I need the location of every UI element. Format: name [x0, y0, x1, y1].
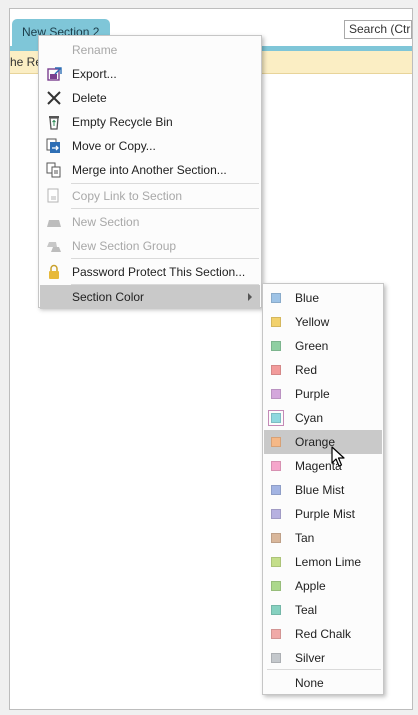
section-color-submenu: Blue Yellow Green Red Purple Cyan Orange…	[262, 283, 384, 695]
color-swatch-icon	[271, 581, 281, 591]
menu-item-label: Delete	[72, 91, 107, 105]
delete-x-icon	[46, 90, 62, 106]
menu-separator	[267, 669, 381, 670]
menu-item-label: Section Color	[72, 290, 145, 304]
color-item-tan[interactable]: Tan	[264, 526, 382, 550]
menu-item-label: Empty Recycle Bin	[72, 115, 173, 129]
menu-item-label: Copy Link to Section	[72, 189, 183, 203]
color-item-label: Cyan	[295, 411, 324, 425]
color-item-label: Blue	[295, 291, 320, 305]
color-item-label: Orange	[295, 435, 336, 449]
color-swatch-icon	[271, 365, 281, 375]
color-swatch-icon	[271, 413, 281, 423]
menu-separator	[71, 258, 259, 259]
color-item-blue-mist[interactable]: Blue Mist	[264, 478, 382, 502]
color-item-magenta[interactable]: Magenta	[264, 454, 382, 478]
recycle-bin-icon	[46, 114, 62, 130]
color-item-cyan[interactable]: Cyan	[264, 406, 382, 430]
color-item-label: None	[295, 676, 324, 690]
color-item-label: Yellow	[295, 315, 330, 329]
color-item-label: Tan	[295, 531, 315, 545]
menu-item-label: Password Protect This Section...	[72, 265, 246, 279]
color-item-label: Blue Mist	[295, 483, 345, 497]
color-swatch-icon	[271, 461, 281, 471]
menu-item-label: Merge into Another Section...	[72, 163, 227, 177]
color-item-purple[interactable]: Purple	[264, 382, 382, 406]
color-item-lemon-lime[interactable]: Lemon Lime	[264, 550, 382, 574]
color-swatch-icon	[271, 437, 281, 447]
color-item-green[interactable]: Green	[264, 334, 382, 358]
color-swatch-icon	[271, 341, 281, 351]
color-item-apple[interactable]: Apple	[264, 574, 382, 598]
color-item-label: Red Chalk	[295, 627, 352, 641]
color-item-orange[interactable]: Orange	[264, 430, 382, 454]
menu-item-rename: Rename	[40, 38, 260, 62]
copy-link-icon	[46, 188, 62, 204]
color-item-none[interactable]: None	[264, 671, 382, 695]
new-section-group-icon	[46, 238, 62, 254]
color-item-label: Green	[295, 339, 329, 353]
search-input[interactable]: Search (Ctrl+	[344, 20, 412, 39]
color-item-label: Teal	[295, 603, 318, 617]
color-item-red-chalk[interactable]: Red Chalk	[264, 622, 382, 646]
export-icon	[46, 66, 62, 82]
color-swatch-icon	[271, 629, 281, 639]
menu-item-new-section-group: New Section Group	[40, 234, 260, 258]
merge-icon	[46, 162, 62, 178]
color-swatch-icon	[271, 533, 281, 543]
menu-item-copy-link: Copy Link to Section	[40, 184, 260, 208]
color-item-blue[interactable]: Blue	[264, 286, 382, 310]
menu-item-delete[interactable]: Delete	[40, 86, 260, 110]
menu-item-export[interactable]: Export...	[40, 62, 260, 86]
menu-separator	[71, 208, 259, 209]
color-item-red[interactable]: Red	[264, 358, 382, 382]
color-swatch-icon	[271, 605, 281, 615]
section-context-menu: Rename Export... Delete Empty Recycle Bi…	[38, 35, 262, 309]
menu-item-empty-recycle-bin[interactable]: Empty Recycle Bin	[40, 110, 260, 134]
color-swatch-icon	[271, 485, 281, 495]
menu-item-label: Rename	[72, 43, 118, 57]
color-swatch-icon	[271, 293, 281, 303]
color-item-silver[interactable]: Silver	[264, 646, 382, 670]
menu-item-section-color[interactable]: Section Color	[40, 285, 260, 309]
color-swatch-icon	[271, 389, 281, 399]
submenu-arrow-icon	[248, 293, 252, 301]
color-item-label: Red	[295, 363, 318, 377]
menu-item-label: Move or Copy...	[72, 139, 156, 153]
lock-icon	[46, 264, 62, 280]
color-swatch-icon	[271, 509, 281, 519]
mouse-pointer-icon	[331, 446, 345, 468]
new-section-icon	[46, 214, 62, 230]
color-item-label: Purple Mist	[295, 507, 356, 521]
color-swatch-icon	[271, 317, 281, 327]
color-item-teal[interactable]: Teal	[264, 598, 382, 622]
color-swatch-icon	[271, 557, 281, 567]
color-swatch-icon	[271, 653, 281, 663]
menu-item-label: New Section Group	[72, 239, 177, 253]
rename-icon	[46, 42, 62, 58]
menu-item-move-copy[interactable]: Move or Copy...	[40, 134, 260, 158]
move-copy-icon	[46, 138, 62, 154]
color-item-label: Silver	[295, 651, 326, 665]
color-item-label: Apple	[295, 579, 326, 593]
color-item-yellow[interactable]: Yellow	[264, 310, 382, 334]
menu-item-new-section: New Section	[40, 210, 260, 234]
menu-item-label: New Section	[72, 215, 140, 229]
menu-item-password-protect[interactable]: Password Protect This Section...	[40, 260, 260, 284]
color-item-purple-mist[interactable]: Purple Mist	[264, 502, 382, 526]
menu-item-merge[interactable]: Merge into Another Section...	[40, 158, 260, 182]
color-item-label: Lemon Lime	[295, 555, 362, 569]
menu-item-label: Export...	[72, 67, 117, 81]
color-item-label: Purple	[295, 387, 330, 401]
